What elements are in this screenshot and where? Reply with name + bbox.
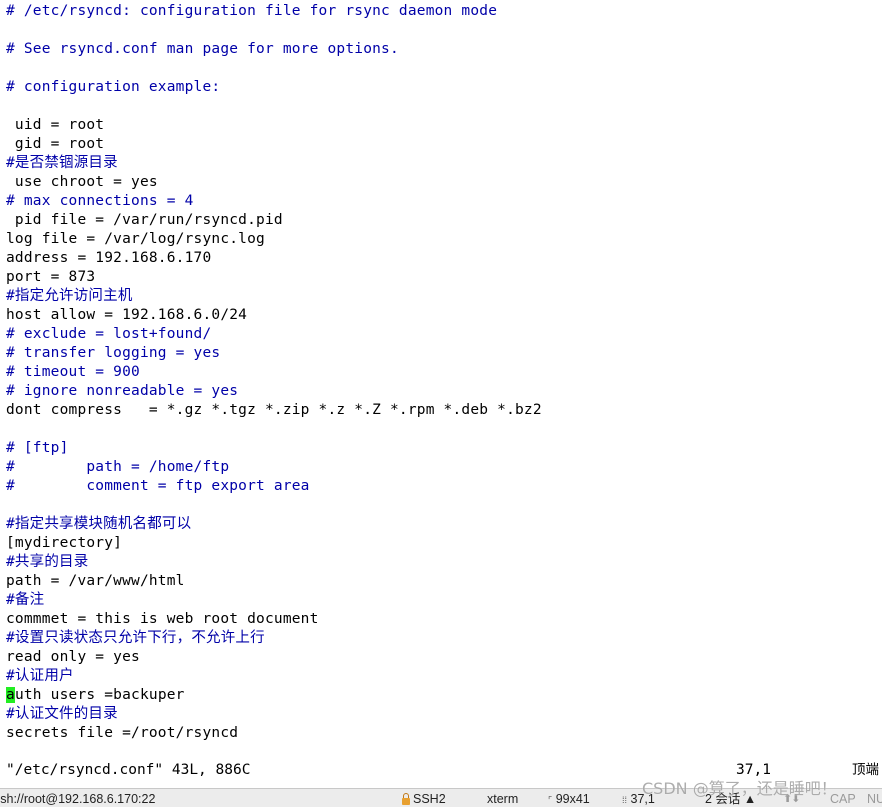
- footer-caps-indicator: CAP: [830, 792, 856, 806]
- footer-size: ⌜ 99x41: [548, 791, 590, 807]
- editor-line[interactable]: port = 873: [6, 268, 95, 287]
- footer-protocol: SSH2: [402, 791, 446, 807]
- editor-line[interactable]: #是否禁锢源目录: [6, 154, 118, 173]
- editor-line[interactable]: #认证用户: [6, 667, 74, 686]
- editor-line[interactable]: #认证文件的目录: [6, 705, 118, 724]
- editor-line[interactable]: # /etc/rsyncd: configuration file for rs…: [6, 2, 497, 21]
- editor-line[interactable]: [mydirectory]: [6, 534, 122, 553]
- editor-line[interactable]: auth users =backuper: [6, 686, 185, 705]
- footer-cursor-position-label: 37,1: [630, 792, 655, 806]
- editor-line[interactable]: log file = /var/log/rsync.log: [6, 230, 265, 249]
- footer-host: ssh://root@192.168.6.170:22: [0, 792, 156, 806]
- editor-line[interactable]: # [ftp]: [6, 439, 69, 458]
- editor-line[interactable]: # max connections = 4: [6, 192, 194, 211]
- editor-line[interactable]: #备注: [6, 591, 44, 610]
- editor-line[interactable]: address = 192.168.6.170: [6, 249, 211, 268]
- editor-line[interactable]: #共享的目录: [6, 553, 88, 572]
- editor-line[interactable]: # exclude = lost+found/: [6, 325, 211, 344]
- editor-line[interactable]: # comment = ftp export area: [6, 477, 310, 496]
- editor-line[interactable]: pid file = /var/run/rsyncd.pid: [6, 211, 283, 230]
- footer-num-indicator: NUM: [867, 792, 882, 806]
- footer-terminal-type: xterm: [487, 792, 519, 806]
- lock-icon: [402, 793, 410, 806]
- editor-line[interactable]: gid = root: [6, 135, 104, 154]
- editor-line[interactable]: read only = yes: [6, 648, 140, 667]
- caret-up-icon: ▲: [743, 792, 757, 806]
- editor-line[interactable]: secrets file =/root/rsyncd: [6, 724, 238, 743]
- editor-line[interactable]: dont compress = *.gz *.tgz *.zip *.z *.Z…: [6, 401, 542, 420]
- status-scroll-indicator: 顶端: [852, 762, 879, 778]
- editor-line[interactable]: # configuration example:: [6, 78, 220, 97]
- editor-line[interactable]: # timeout = 900: [6, 363, 140, 382]
- editor-line[interactable]: #指定共享模块随机名都可以: [6, 515, 191, 534]
- terminal-window[interactable]: # /etc/rsyncd: configuration file for rs…: [0, 0, 882, 788]
- footer-sessions[interactable]: 2 会话 ▲: [705, 791, 756, 807]
- editor-line[interactable]: #指定允许访问主机: [6, 287, 133, 306]
- editor-line[interactable]: host allow = 192.168.6.0/24: [6, 306, 247, 325]
- footer-cursor-position: ⁞⁞ 37,1: [622, 791, 655, 807]
- editor-line[interactable]: # transfer logging = yes: [6, 344, 220, 363]
- editor-line[interactable]: commmet = this is web root document: [6, 610, 319, 629]
- editor-line-text: uth users =backuper: [14, 687, 185, 703]
- editor-line[interactable]: #设置只读状态只允许下行，不允许上行: [6, 629, 265, 648]
- text-cursor: a: [6, 687, 15, 703]
- cursor-position-icon: ⁞⁞: [622, 795, 628, 805]
- editor-line[interactable]: # ignore nonreadable = yes: [6, 382, 238, 401]
- footer-protocol-label: SSH2: [413, 792, 446, 806]
- resize-icon: ⌜: [548, 795, 553, 805]
- status-file-info: "/etc/rsyncd.conf" 43L, 886C: [6, 762, 251, 778]
- editor-line[interactable]: # path = /home/ftp: [6, 458, 229, 477]
- footer-size-label: 99x41: [555, 792, 590, 806]
- scroll-arrows-icon: ⬆⬇: [783, 793, 800, 805]
- editor-line[interactable]: # See rsyncd.conf man page for more opti…: [6, 40, 399, 59]
- editor-line[interactable]: path = /var/www/html: [6, 572, 185, 591]
- editor-line[interactable]: uid = root: [6, 116, 104, 135]
- ssh-client-status-bar: ssh://root@192.168.6.170:22 SSH2 xterm ⌜…: [0, 788, 882, 807]
- editor-line[interactable]: use chroot = yes: [6, 173, 158, 192]
- footer-sessions-label: 2 会话: [705, 792, 741, 806]
- status-cursor-position: 37,1: [736, 762, 771, 778]
